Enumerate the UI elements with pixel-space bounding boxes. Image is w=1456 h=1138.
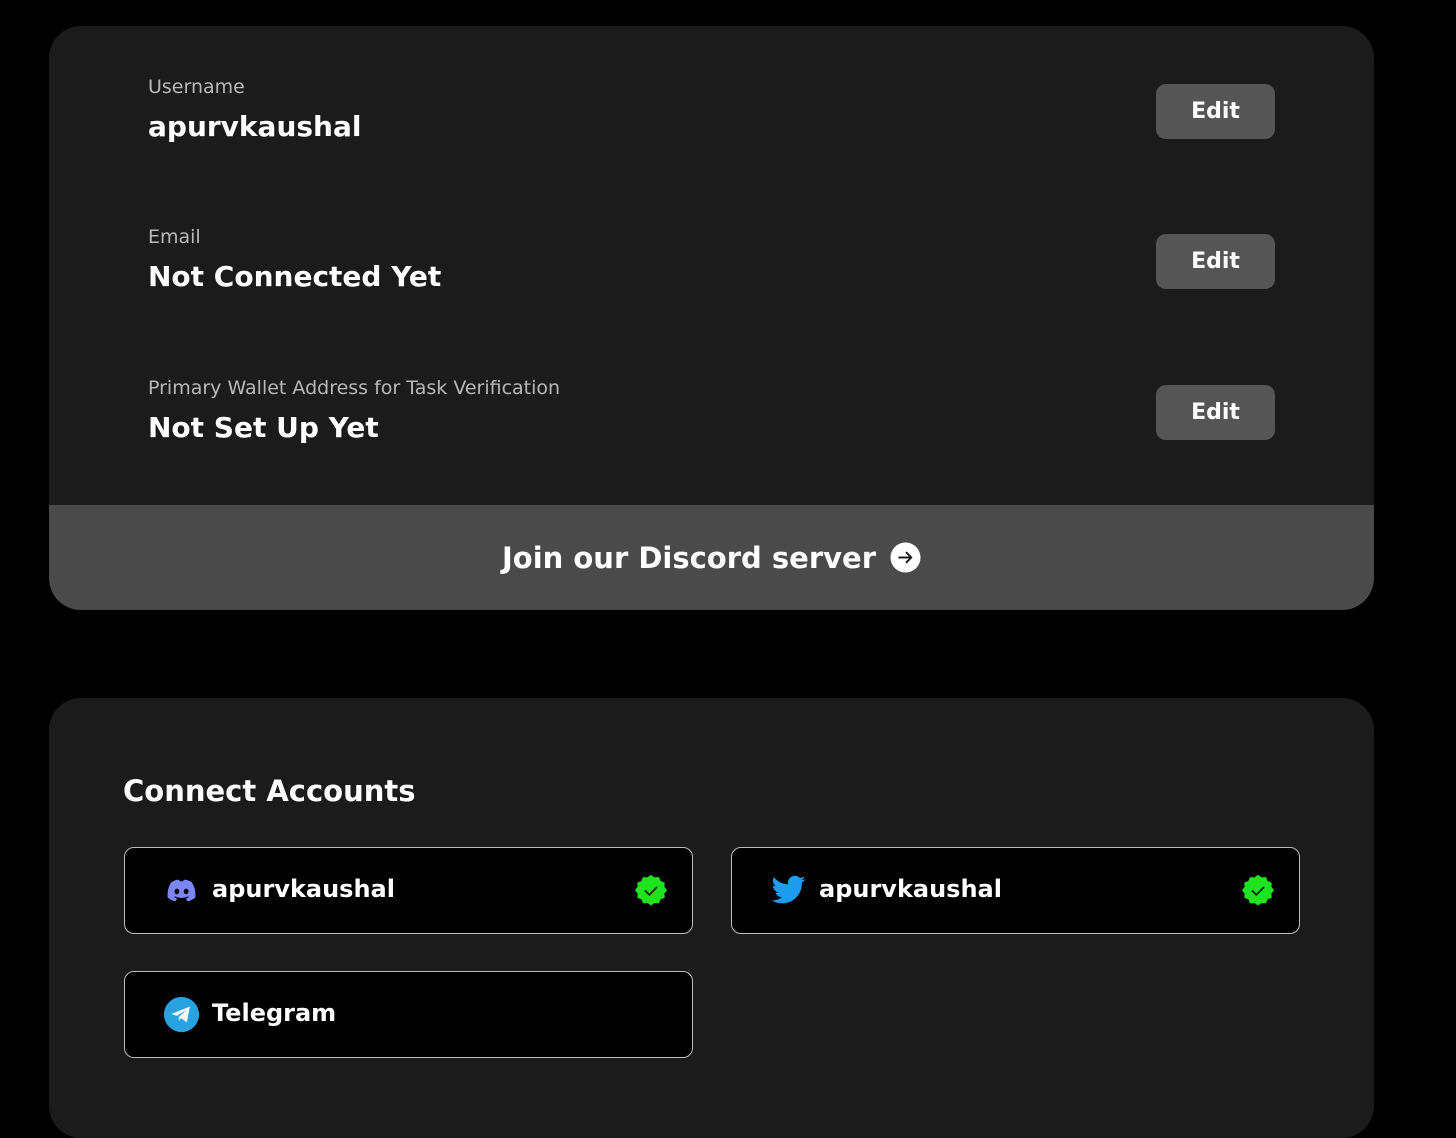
- username-field: Username apurvkaushal Edit: [148, 76, 1275, 146]
- username-value: apurvkaushal: [148, 110, 362, 143]
- wallet-value: Not Set Up Yet: [148, 411, 379, 444]
- edit-wallet-button[interactable]: Edit: [1156, 385, 1275, 440]
- telegram-icon: [163, 996, 200, 1033]
- verified-badge-icon: [1242, 875, 1274, 906]
- profile-card: Username apurvkaushal Edit Email Not Con…: [49, 26, 1374, 610]
- discord-account-name: apurvkaushal: [212, 875, 395, 903]
- join-discord-button[interactable]: Join our Discord server: [49, 505, 1374, 610]
- username-label: Username: [148, 76, 245, 98]
- twitter-account-tile[interactable]: apurvkaushal: [731, 847, 1300, 934]
- telegram-account-tile[interactable]: Telegram: [124, 971, 693, 1058]
- email-field: Email Not Connected Yet Edit: [148, 226, 1275, 296]
- twitter-account-name: apurvkaushal: [819, 875, 1002, 903]
- email-value: Not Connected Yet: [148, 260, 442, 293]
- wallet-label: Primary Wallet Address for Task Verifica…: [148, 377, 561, 399]
- arrow-right-circle-icon: [890, 542, 921, 573]
- join-discord-label: Join our Discord server: [501, 540, 876, 575]
- verified-badge-icon: [635, 875, 667, 906]
- connect-accounts-title: Connect Accounts: [123, 774, 416, 808]
- email-label: Email: [148, 226, 201, 248]
- discord-account-tile[interactable]: apurvkaushal: [124, 847, 693, 934]
- edit-email-button[interactable]: Edit: [1156, 234, 1275, 289]
- edit-username-button[interactable]: Edit: [1156, 84, 1275, 139]
- telegram-account-name: Telegram: [212, 999, 337, 1027]
- connect-accounts-card: Connect Accounts apurvkaushal apurvkaush…: [49, 698, 1374, 1138]
- wallet-field: Primary Wallet Address for Task Verifica…: [148, 377, 1275, 447]
- discord-icon: [167, 879, 196, 902]
- twitter-icon: [771, 875, 806, 904]
